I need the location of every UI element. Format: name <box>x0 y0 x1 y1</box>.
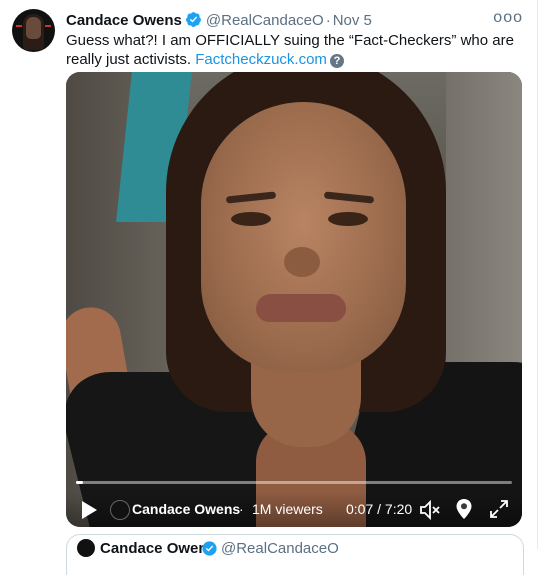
video-progress-bar[interactable] <box>76 481 512 484</box>
quoted-tweet[interactable]: Candace Owens @RealCandaceO <box>66 534 524 575</box>
video-frame-person <box>201 102 406 372</box>
location-pin-icon[interactable] <box>454 498 474 520</box>
quoted-verified-badge-icon <box>201 540 218 562</box>
play-icon[interactable] <box>80 500 98 520</box>
channel-avatar <box>110 500 130 520</box>
author-handle[interactable]: @RealCandaceO <box>206 12 324 29</box>
tweet-link[interactable]: Factcheckzuck.com <box>195 51 327 68</box>
fullscreen-icon[interactable] <box>489 499 509 519</box>
channel-name: Candace Owens <box>132 501 241 517</box>
tweet-text: Guess what?! I am OFFICIALLY suing the “… <box>66 31 528 69</box>
tweet-date[interactable]: Nov 5 <box>333 12 372 29</box>
header-separator: · <box>325 12 331 29</box>
tweet[interactable]: Candace Owens @RealCandaceO · Nov 5 ooo Gue… <box>0 0 537 575</box>
tweet-header: Candace Owens @RealCandaceO · Nov 5 ooo <box>66 9 527 33</box>
verified-badge-icon <box>185 11 202 33</box>
video-progress-fill <box>76 481 83 484</box>
video-player[interactable]: Candace Owens · 1M viewers 0:07 / 7:20 <box>66 72 522 527</box>
video-controls: Candace Owens · 1M viewers 0:07 / 7:20 <box>66 492 522 527</box>
author-name[interactable]: Candace Owens <box>66 12 182 29</box>
timeline-border <box>537 0 538 549</box>
help-icon[interactable]: ? <box>329 54 344 68</box>
volume-muted-icon[interactable] <box>419 499 441 521</box>
controls-separator: · <box>239 501 244 517</box>
video-time: 0:07 / 7:20 <box>346 501 413 517</box>
author-avatar[interactable] <box>12 9 55 52</box>
quoted-author-avatar <box>77 539 95 557</box>
more-options-icon[interactable]: ooo <box>493 9 523 27</box>
viewer-count: 1M viewers <box>252 501 323 517</box>
